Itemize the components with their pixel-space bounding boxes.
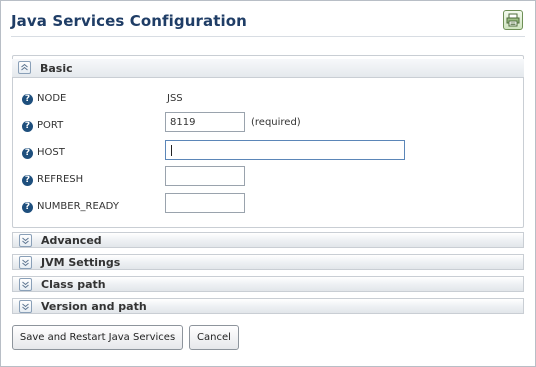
section-version-header[interactable]: Version and path <box>12 298 524 314</box>
host-label: HOST <box>37 147 65 158</box>
node-value: JSS <box>167 93 183 104</box>
chevron-up-icon[interactable] <box>18 61 31 74</box>
print-button[interactable] <box>503 10 523 30</box>
chevron-down-icon[interactable] <box>19 300 32 313</box>
section-version-label: Version and path <box>41 300 147 313</box>
cancel-button[interactable]: Cancel <box>189 325 239 350</box>
help-icon[interactable]: ? <box>22 121 33 132</box>
section-basic-label: Basic <box>40 62 73 75</box>
help-icon[interactable]: ? <box>22 202 33 213</box>
help-icon[interactable]: ? <box>22 94 33 105</box>
help-icon[interactable]: ? <box>22 175 33 186</box>
number-ready-label: NUMBER_READY <box>37 201 119 212</box>
text-cursor <box>171 145 172 156</box>
refresh-input[interactable] <box>165 166 245 186</box>
printer-icon <box>506 13 520 27</box>
section-classpath-header[interactable]: Class path <box>12 276 524 292</box>
title-divider <box>11 36 525 37</box>
page-title: Java Services Configuration <box>11 12 247 30</box>
port-label: PORT <box>37 120 64 131</box>
number-ready-input[interactable] <box>165 193 245 213</box>
help-icon[interactable]: ? <box>22 148 33 159</box>
section-classpath-label: Class path <box>41 278 106 291</box>
save-restart-button[interactable]: Save and Restart Java Services <box>12 325 183 350</box>
section-jvm-header[interactable]: JVM Settings <box>12 254 524 270</box>
port-input[interactable] <box>165 112 245 132</box>
chevron-down-icon[interactable] <box>19 278 32 291</box>
port-required-hint: (required) <box>251 117 301 128</box>
node-label: NODE <box>37 93 67 104</box>
section-advanced-header[interactable]: Advanced <box>12 232 524 248</box>
section-advanced-label: Advanced <box>41 234 102 247</box>
section-jvm-label: JVM Settings <box>41 256 121 269</box>
section-basic-header[interactable]: Basic <box>12 59 524 78</box>
chevron-down-icon[interactable] <box>19 256 32 269</box>
refresh-label: REFRESH <box>37 174 84 185</box>
chevron-down-icon[interactable] <box>19 234 32 247</box>
host-input[interactable] <box>165 140 405 160</box>
